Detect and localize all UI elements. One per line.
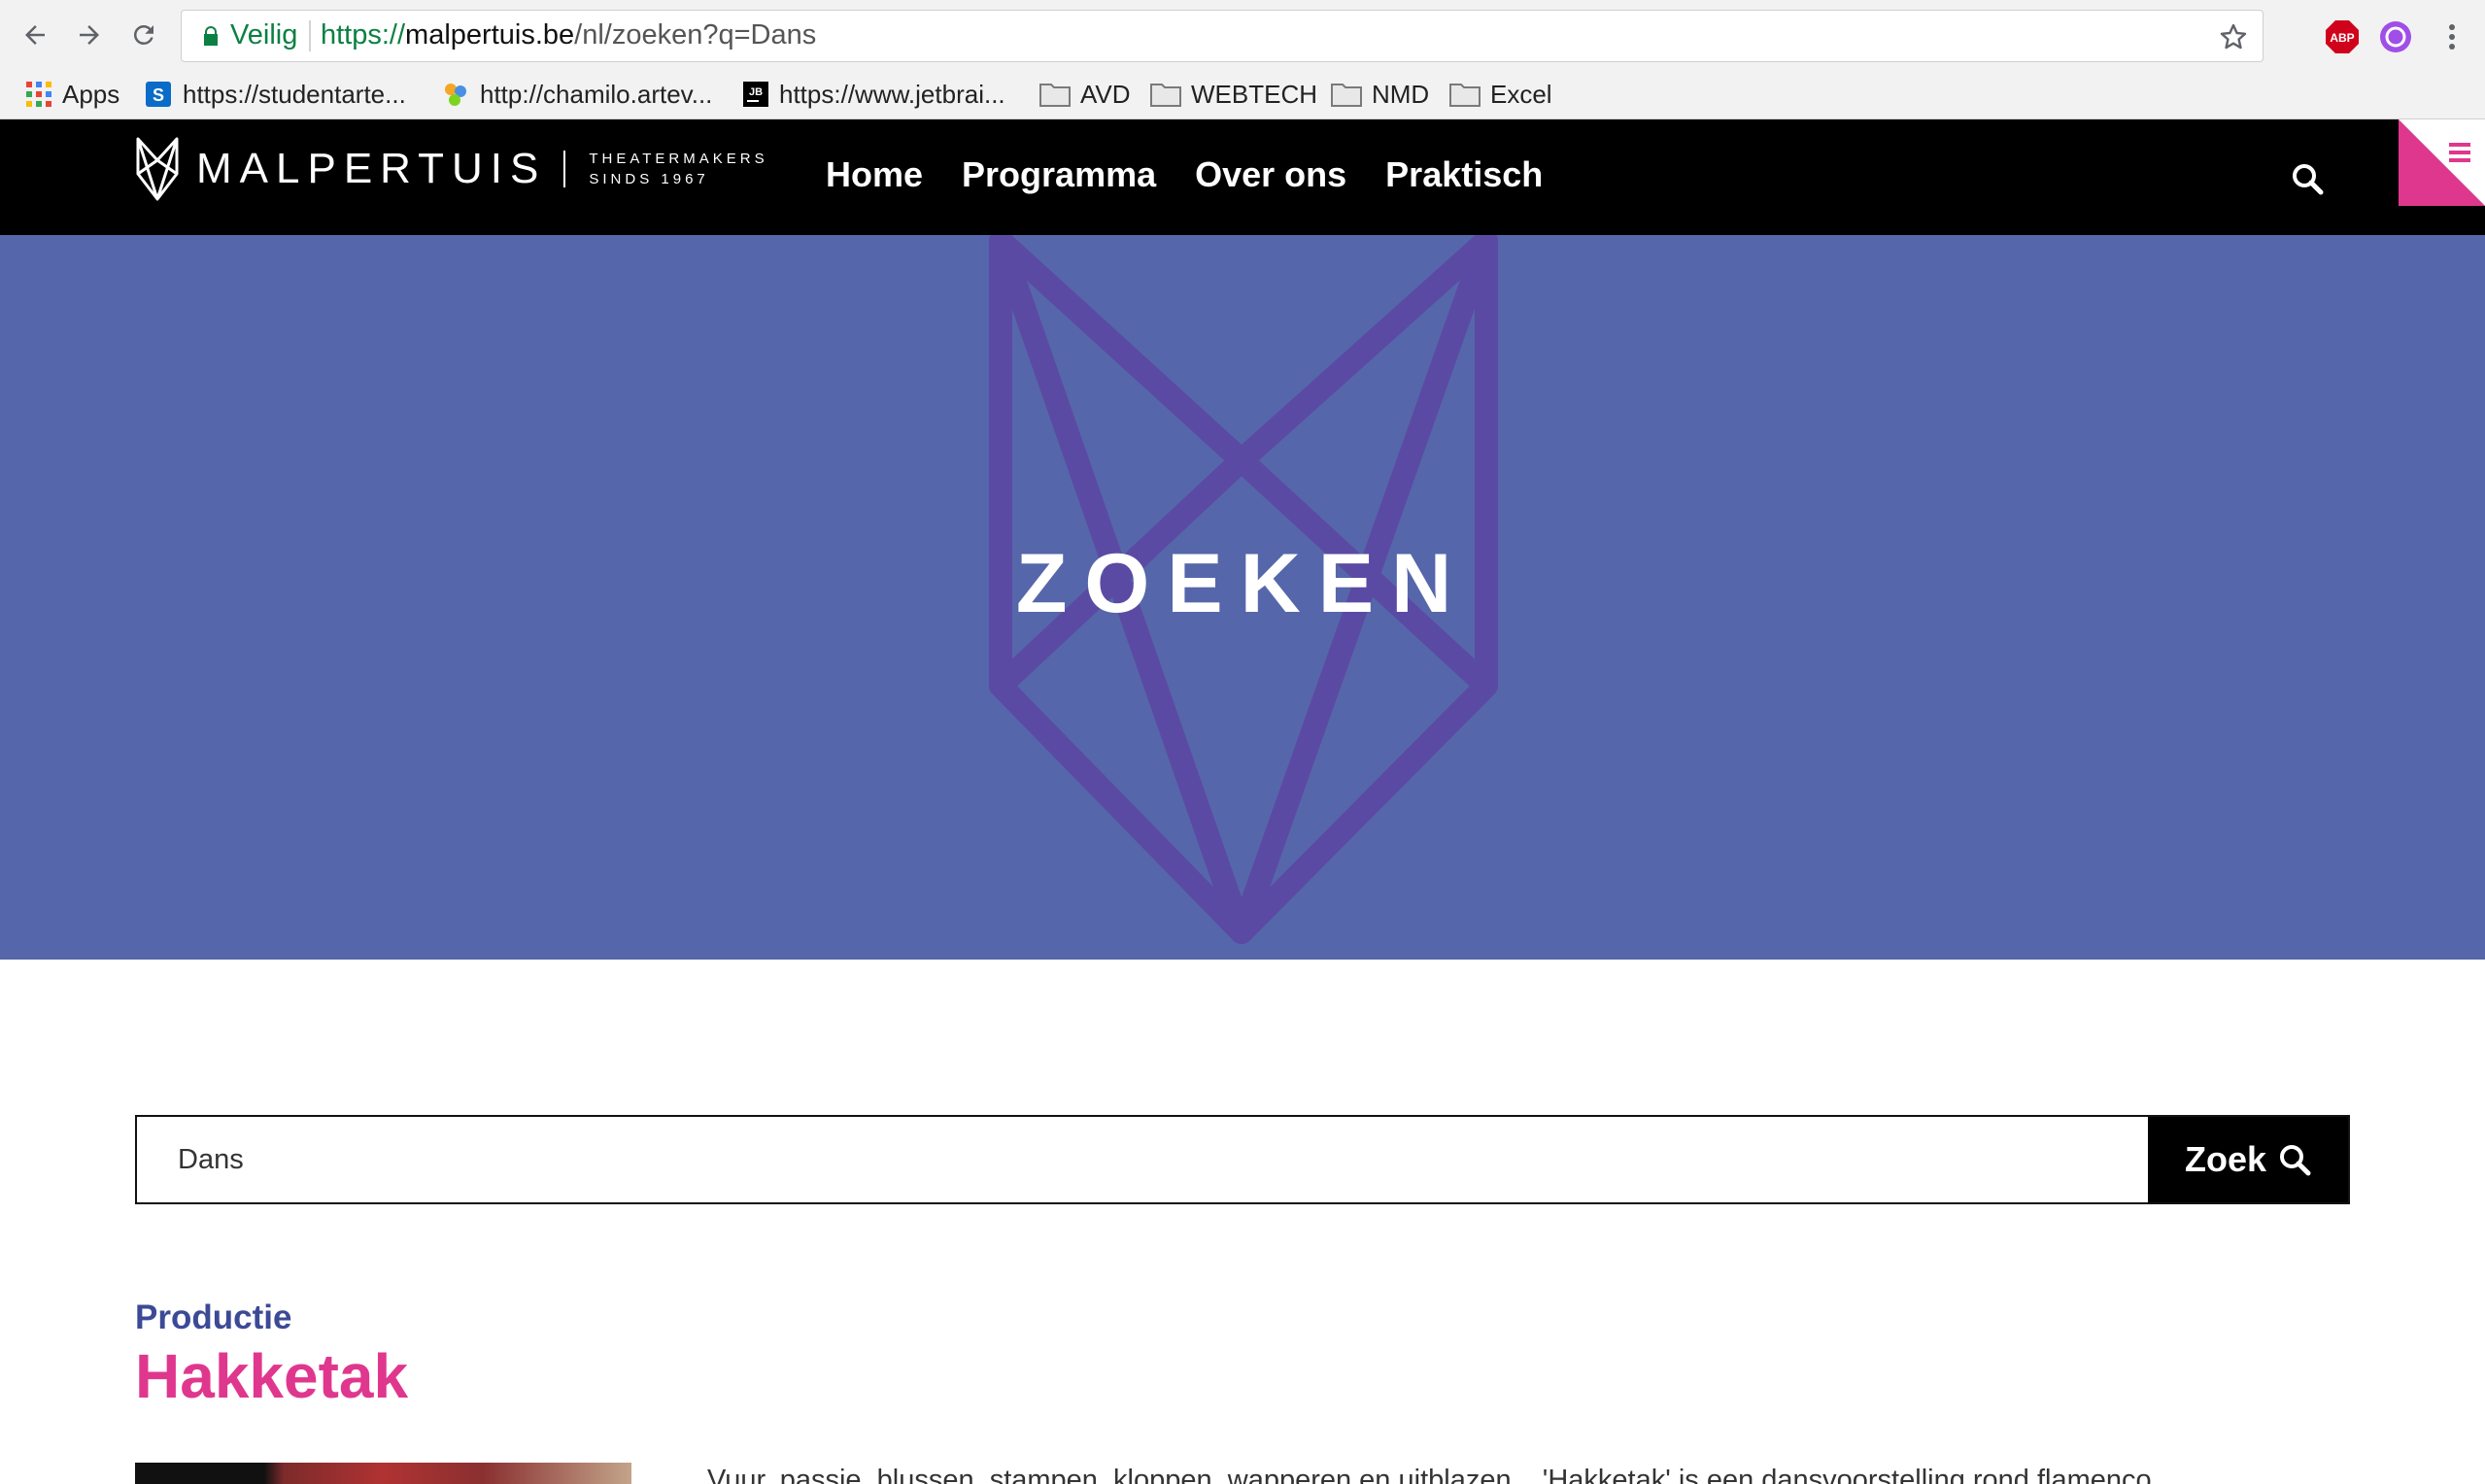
bookmark-folder-nmd[interactable]: NMD (1331, 75, 1429, 114)
url-scheme: https:// (321, 19, 406, 51)
forward-arrow-icon (80, 25, 99, 45)
hamburger-menu-icon[interactable] (2399, 119, 2485, 206)
extension-icon[interactable] (2378, 19, 2413, 54)
main-navigation: Home Programma Over ons Praktisch (826, 154, 1543, 195)
search-icon (2280, 1145, 2311, 1176)
logo-wordmark: MALPERTUIS (196, 145, 547, 192)
bookmark-label: https://www.jetbrai... (779, 79, 1005, 109)
bookmarks-bar: Apps S https://studentarte... http://cha… (0, 71, 2485, 119)
bookmark-label: http://chamilo.artev... (480, 79, 713, 109)
bookmark-apps[interactable]: Apps (25, 75, 119, 114)
page-title: ZOEKEN (1015, 537, 1470, 630)
secure-label: Veilig (230, 19, 298, 51)
folder-icon (1039, 84, 1071, 107)
nav-home[interactable]: Home (826, 154, 923, 195)
bookmark-label: Excel (1490, 79, 1552, 109)
chamilo-icon (445, 84, 466, 106)
result-type-label: Productie (135, 1298, 292, 1336)
browser-toolbar: Veilig https://malpertuis.be/nl/zoeken?q… (0, 0, 2485, 71)
sharepoint-icon: S (146, 82, 171, 107)
url-divider (309, 20, 311, 51)
bookmark-label: WEBTECH (1191, 79, 1317, 109)
bookmark-star-icon[interactable] (2218, 21, 2249, 52)
result-title-link[interactable]: Hakketak (135, 1340, 408, 1412)
adblock-label: ABP (2330, 31, 2354, 45)
svg-text:JB: JB (749, 86, 763, 98)
bookmark-label: AVD (1080, 79, 1131, 109)
jetbrains-icon: JB (743, 82, 768, 107)
url-text[interactable]: https://malpertuis.be/nl/zoeken?q=Dans (321, 19, 816, 51)
folder-icon (1331, 84, 1362, 107)
bookmark-label: https://studentarte... (183, 79, 406, 109)
svg-text:S: S (153, 85, 164, 105)
result-thumbnail[interactable] (135, 1463, 631, 1484)
nav-praktisch[interactable]: Praktisch (1385, 154, 1543, 195)
fox-logo-icon (136, 137, 179, 201)
bookmark-label: NMD (1372, 79, 1430, 109)
folder-icon (1449, 84, 1481, 107)
hero-banner: ZOEKEN (0, 235, 2485, 960)
url-host: malpertuis.be (405, 19, 575, 51)
site-logo[interactable]: MALPERTUIS THEATERMAKERS SINDS 1967 (134, 135, 768, 203)
site-header: MALPERTUIS THEATERMAKERS SINDS 1967 Home… (0, 119, 2485, 235)
nav-over-ons[interactable]: Over ons (1195, 154, 1346, 195)
nav-programma[interactable]: Programma (962, 154, 1156, 195)
browser-menu-icon[interactable] (2434, 19, 2469, 54)
search-button[interactable]: Zoek (2148, 1117, 2348, 1202)
result-excerpt: Vuur, passie, blussen, stampen, kloppen,… (707, 1465, 2160, 1484)
forward-button[interactable] (68, 14, 111, 56)
logo-divider (563, 151, 566, 187)
reload-icon (133, 24, 153, 45)
bookmark-folder-avd[interactable]: AVD (1039, 75, 1131, 114)
search-input[interactable] (137, 1117, 2148, 1202)
adblock-plus-icon[interactable]: ABP (2325, 19, 2360, 54)
search-button-label: Zoek (2184, 1139, 2267, 1179)
apps-grid-icon (26, 82, 51, 107)
back-arrow-icon (25, 25, 45, 45)
bookmark-folder-excel[interactable]: Excel (1449, 75, 1552, 114)
lock-icon (204, 26, 218, 46)
search-icon[interactable] (2291, 162, 2324, 195)
bookmark-studentarte[interactable]: S https://studentarte... (144, 75, 406, 114)
folder-icon (1150, 84, 1181, 107)
logo-tagline-line1: THEATERMAKERS (589, 151, 768, 167)
logo-tagline-line2: SINDS 1967 (589, 171, 709, 187)
address-bar[interactable]: Veilig https://malpertuis.be/nl/zoeken?q… (181, 10, 2264, 62)
bookmark-jetbrains[interactable]: JB https://www.jetbrai... (742, 75, 1005, 114)
bookmark-label: Apps (62, 79, 120, 109)
url-path: /nl/zoeken?q=Dans (574, 19, 817, 51)
bookmark-chamilo[interactable]: http://chamilo.artev... (441, 75, 712, 114)
reload-button[interactable] (122, 14, 165, 56)
back-button[interactable] (14, 14, 56, 56)
search-form: Zoek (135, 1115, 2350, 1204)
logo-tagline: THEATERMAKERS SINDS 1967 (589, 149, 767, 189)
bookmark-folder-webtech[interactable]: WEBTECH (1150, 75, 1317, 114)
